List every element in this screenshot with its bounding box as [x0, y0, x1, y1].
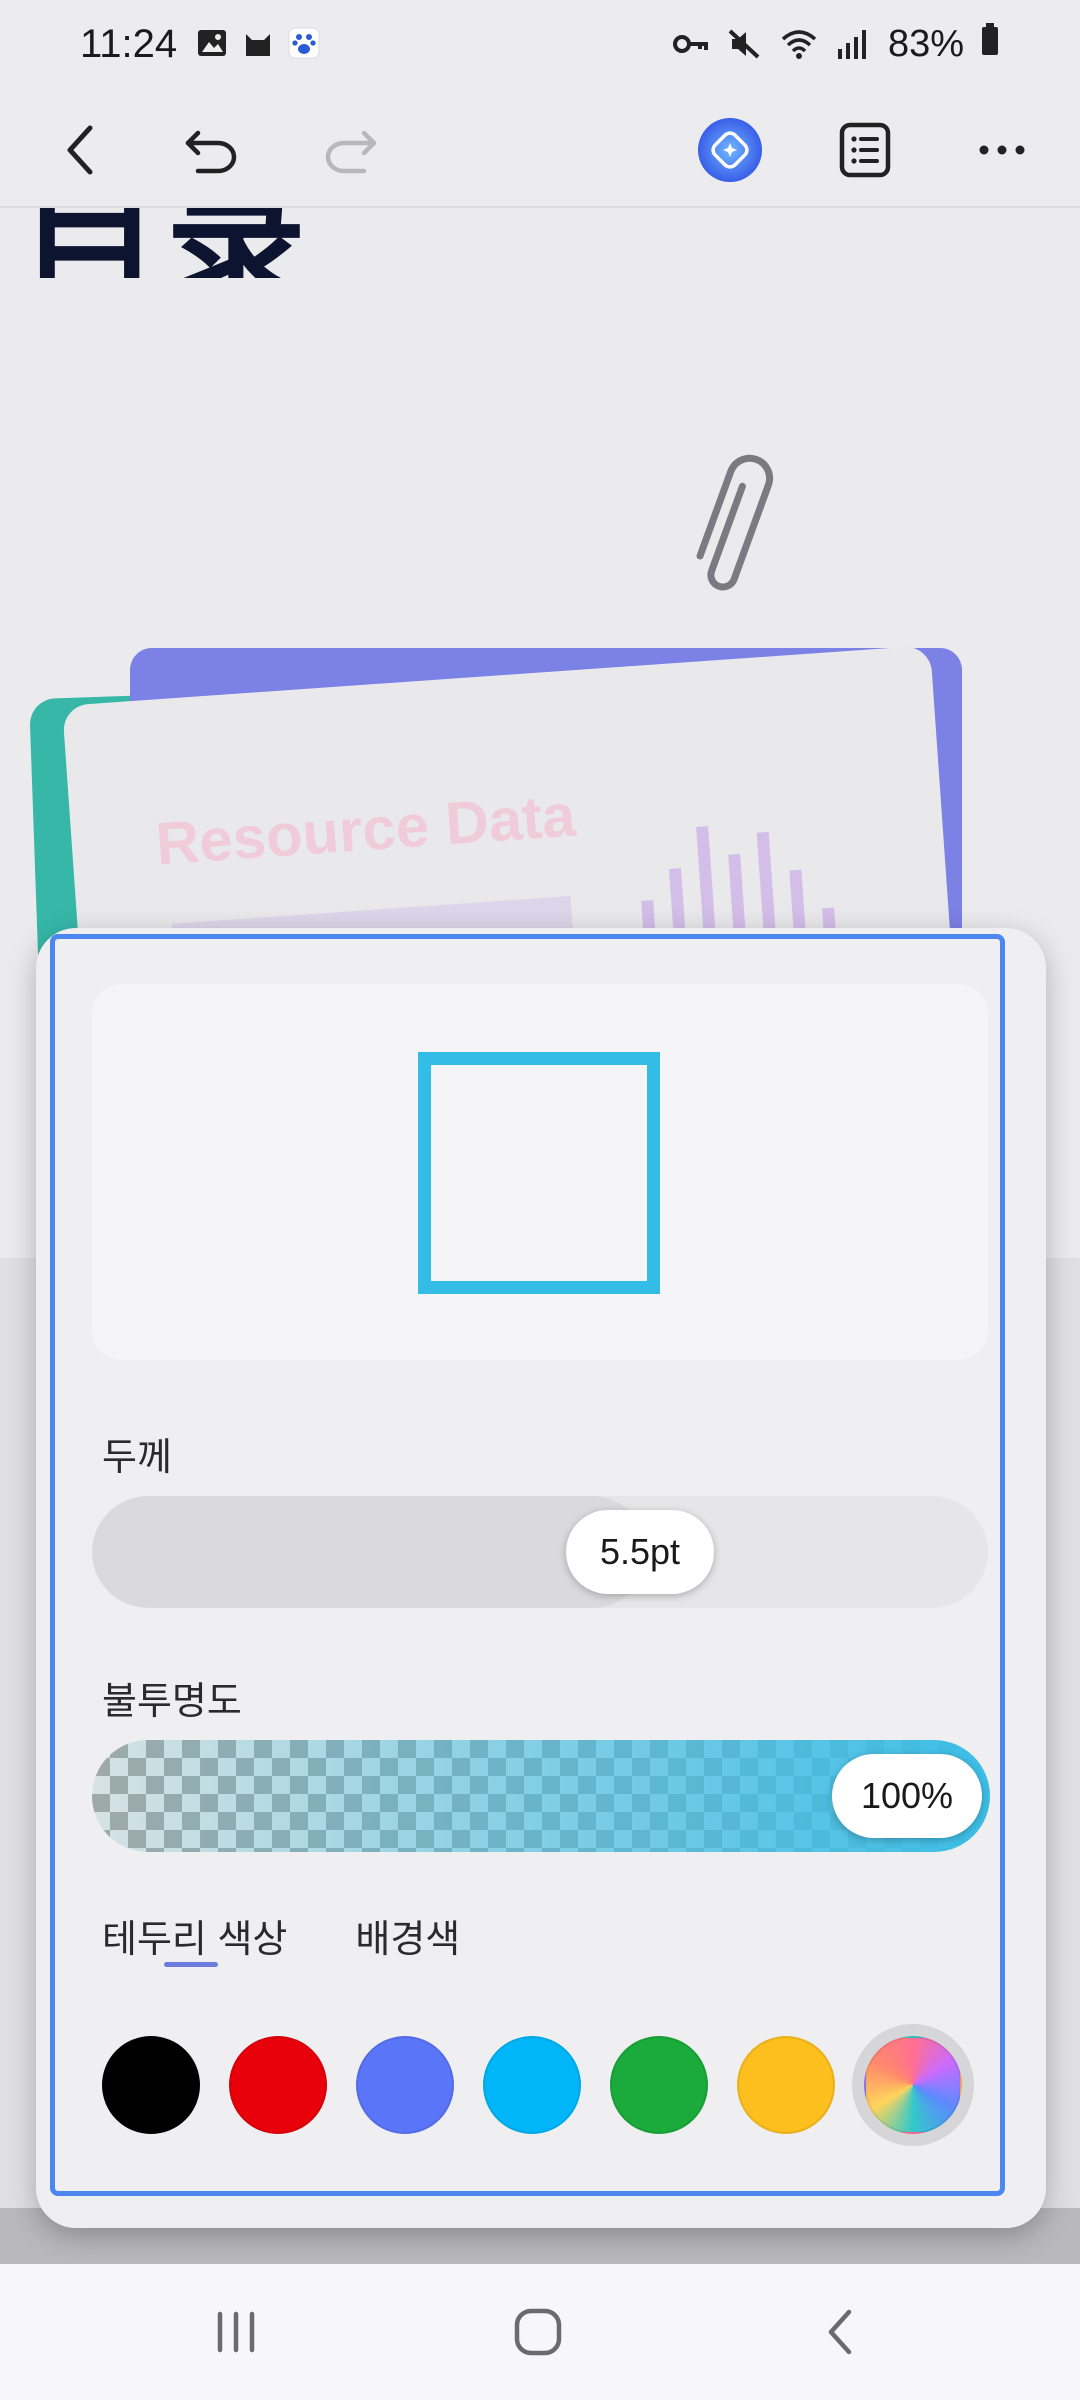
status-notification-icons — [196, 26, 320, 60]
redo-icon — [325, 130, 377, 174]
thickness-slider-fill — [92, 1496, 648, 1608]
signal-icon — [834, 27, 872, 61]
back-icon — [67, 125, 93, 175]
back-button[interactable] — [42, 110, 122, 190]
back-nav-button[interactable] — [808, 2300, 872, 2364]
baidu-icon — [288, 26, 320, 60]
back-nav-icon — [828, 2309, 852, 2355]
home-button[interactable] — [506, 2300, 570, 2364]
navigation-bar — [0, 2264, 1080, 2400]
outline-button[interactable] — [825, 110, 905, 190]
undo-icon — [185, 130, 237, 174]
opacity-value-thumb[interactable]: 100% — [832, 1754, 982, 1838]
status-system-icons: 83% — [672, 22, 1000, 66]
status-bar: 11:24 83% — [0, 0, 1080, 92]
recents-icon — [217, 2311, 255, 2353]
tab-background-color-label: 배경색 — [355, 1919, 461, 1961]
shape-preview — [92, 984, 988, 1360]
cat-icon — [242, 26, 274, 60]
color-tabs: 테두리 색상 배경색 — [102, 1908, 460, 1967]
document-title: 目录 — [20, 208, 312, 278]
battery-percent: 83% — [887, 22, 964, 65]
tab-border-color[interactable]: 테두리 색상 — [102, 1908, 288, 1967]
tab-background-color[interactable]: 배경색 — [355, 1908, 460, 1963]
redo-button[interactable] — [310, 110, 390, 190]
color-swatch-black[interactable] — [102, 2036, 200, 2134]
color-swatch-yellow[interactable] — [737, 2036, 835, 2134]
thickness-value-thumb[interactable]: 5.5pt — [566, 1510, 714, 1594]
tab-border-color-label: 테두리 색상 — [102, 1919, 288, 1961]
more-button[interactable] — [962, 110, 1042, 190]
recents-button[interactable] — [204, 2300, 268, 2364]
opacity-label: 불투명도 — [102, 1681, 242, 1723]
outline-icon — [839, 122, 891, 178]
wifi-icon — [780, 27, 818, 61]
ai-assistant-icon — [698, 118, 762, 182]
battery-icon — [980, 22, 1000, 66]
mute-icon — [726, 27, 764, 61]
thickness-label: 두께 — [102, 1437, 172, 1479]
vpn-key-icon — [672, 27, 710, 61]
editor-toolbar — [0, 92, 1080, 208]
color-swatches — [102, 2036, 982, 2136]
preview-square — [418, 1052, 660, 1294]
color-swatch-sky-blue[interactable] — [483, 2036, 581, 2134]
color-swatch-green[interactable] — [610, 2036, 708, 2134]
tab-selected-indicator — [164, 1962, 218, 1967]
color-swatch-blue[interactable] — [356, 2036, 454, 2134]
color-swatch-custom-rainbow[interactable] — [864, 2036, 962, 2134]
status-time: 11:24 — [80, 22, 178, 66]
undo-button[interactable] — [172, 110, 252, 190]
paperclip-icon — [696, 454, 774, 591]
gallery-icon — [196, 26, 228, 60]
more-icon — [979, 145, 1025, 155]
thickness-slider[interactable] — [92, 1496, 988, 1608]
color-swatch-red[interactable] — [229, 2036, 327, 2134]
home-icon — [514, 2308, 562, 2356]
ai-assistant-button[interactable] — [690, 110, 770, 190]
